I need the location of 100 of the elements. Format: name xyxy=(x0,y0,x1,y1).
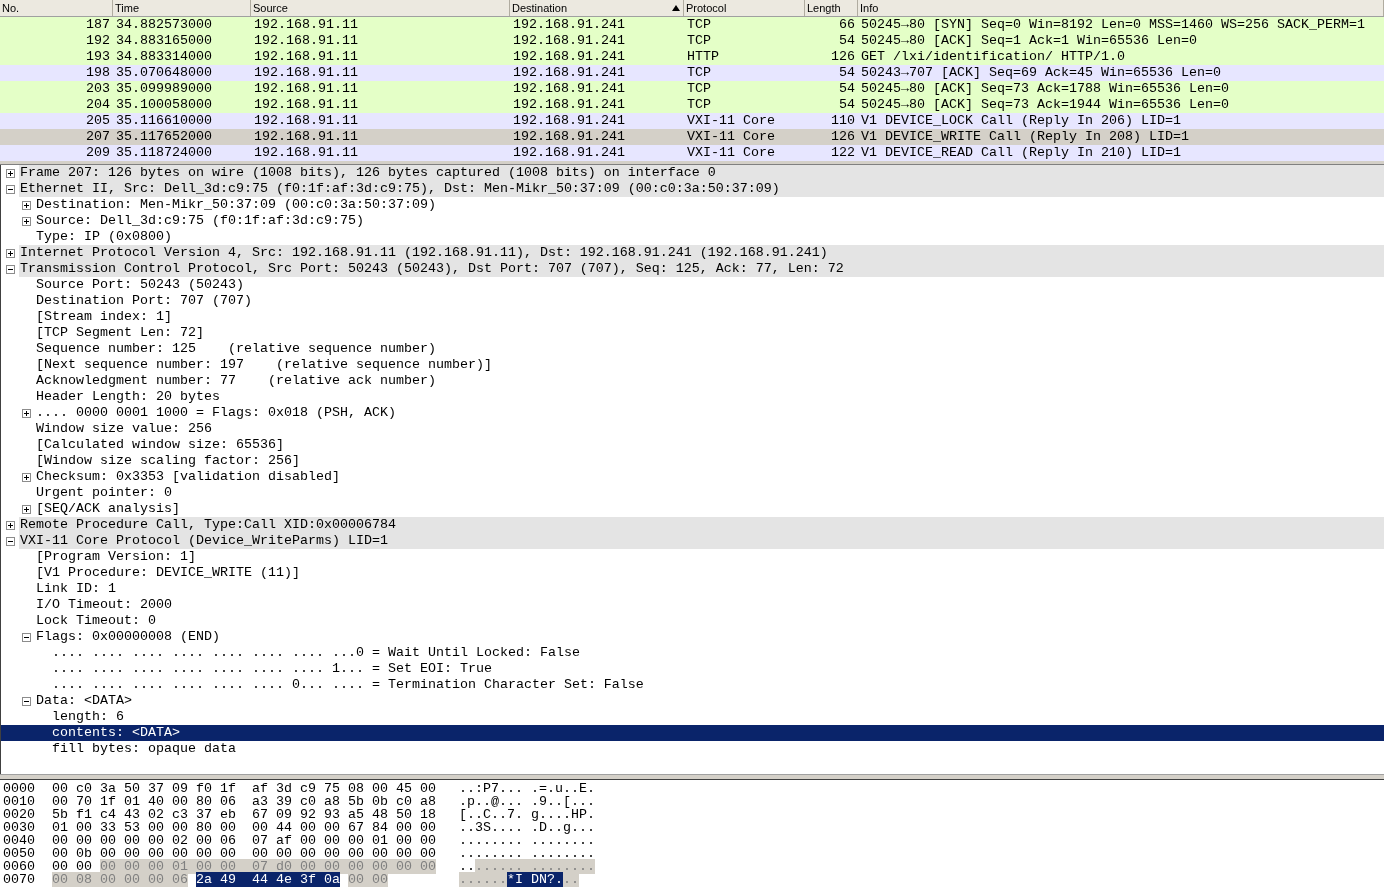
hex-bytes: 5b f1 c4 43 02 c3 37 eb 67 09 92 93 a5 48 50 18 xyxy=(52,807,436,822)
minus-box-icon[interactable] xyxy=(5,184,15,194)
tree-item[interactable]: Destination: Men-Mikr_50:37:09 (00:c0:3a:50:37:09) xyxy=(1,197,1384,213)
packet-row[interactable]: 192 34.883165000 192.168.91.11 192.168.91.241 TCP 54 50245→80 [ACK] Seq=1 Ack=1 Win=65536 Len=0 xyxy=(0,33,1384,49)
table-cell-text: 54 xyxy=(838,81,856,97)
tree-item[interactable]: [Program Version: 1] xyxy=(1,549,1384,565)
plus-box-icon[interactable] xyxy=(5,168,15,178)
hex-bytes: 00 70 1f 01 40 00 80 06 a3 39 c0 a8 5b 0b c0 a8 xyxy=(52,794,436,809)
tree-item[interactable]: Link ID: 1 xyxy=(1,581,1384,597)
table-cell-text: 35.116610000 xyxy=(115,113,213,129)
column-header[interactable]: Destination xyxy=(510,0,684,16)
tree-item[interactable]: Window size value: 256 xyxy=(1,421,1384,437)
tree-item[interactable]: [Calculated window size: 65536] xyxy=(1,437,1384,453)
table-cell-text: 192.168.91.11 xyxy=(253,17,359,33)
table-cell-text: TCP xyxy=(686,65,712,81)
table-cell-text: TCP xyxy=(686,97,712,113)
hex-bytes: 00 0b 00 00 00 00 00 00 00 00 00 00 00 00 00 00 xyxy=(52,846,436,861)
table-cell-text: 35.100058000 xyxy=(115,97,213,113)
column-header[interactable]: No. xyxy=(0,0,113,16)
table-cell-text: 192.168.91.241 xyxy=(512,113,626,129)
hex-offset: 0010 xyxy=(2,795,36,808)
column-header[interactable]: Time xyxy=(113,0,251,16)
tree-item[interactable]: Data: <DATA> xyxy=(1,693,1384,709)
packet-row[interactable]: 193 34.883314000 192.168.91.11 192.168.91.241 HTTP 126 GET /lxi/identification/ HTTP/1.0 xyxy=(0,49,1384,65)
tree-item[interactable]: Destination Port: 707 (707) xyxy=(1,293,1384,309)
tree-item[interactable]: Source: Dell_3d:c9:75 (f0:1f:af:3d:c9:75) xyxy=(1,213,1384,229)
tree-item[interactable]: contents: <DATA> xyxy=(1,725,1384,741)
hex-offset: 0000 xyxy=(2,782,36,795)
table-cell-text: 209 xyxy=(85,145,111,161)
hex-bytes: 00 00 xyxy=(347,872,388,887)
tree-item[interactable]: Acknowledgment number: 77 (relative ack number) xyxy=(1,373,1384,389)
hex-offset: 0060 xyxy=(2,860,36,873)
tree-item[interactable]: Lock Timeout: 0 xyxy=(1,613,1384,629)
table-cell-text: 35.070648000 xyxy=(115,65,213,81)
ascii-text: *I DN?. xyxy=(507,872,563,887)
tree-item[interactable]: Flags: 0x00000008 (END) xyxy=(1,629,1384,645)
ascii-text: ........ ........ xyxy=(459,833,595,848)
tree-item[interactable]: .... .... .... .... .... .... 0... .... = Termination Character Set: False xyxy=(1,677,1384,693)
hex-offset: 0020 xyxy=(2,808,36,821)
column-header[interactable]: Protocol xyxy=(684,0,805,16)
tree-item[interactable]: Source Port: 50243 (50243) xyxy=(1,277,1384,293)
column-header[interactable]: Source xyxy=(251,0,510,16)
hex-bytes: 00 00 xyxy=(52,859,92,874)
minus-box-icon[interactable] xyxy=(21,632,31,642)
tree-item[interactable]: Urgent pointer: 0 xyxy=(1,485,1384,501)
tree-item[interactable]: .... 0000 0001 1000 = Flags: 0x018 (PSH, ACK) xyxy=(1,405,1384,421)
column-header[interactable]: Info xyxy=(858,0,1384,16)
packet-row[interactable]: 207 35.117652000 192.168.91.11 192.168.91.241 VXI-11 Core 126 V1 DEVICE_WRITE Call (Reply In 208) LID=1 xyxy=(0,129,1384,145)
plus-box-icon[interactable] xyxy=(21,200,31,210)
packet-row[interactable]: 187 34.882573000 192.168.91.11 192.168.91.241 TCP 66 50245→80 [SYN] Seq=0 Win=8192 Len=0 MSS=1460 WS=256 SACK_PERM=1 xyxy=(0,17,1384,33)
table-cell-text: 50245→80 [SYN] Seq=0 Win=8192 Len=0 MSS=1460 WS=256 SACK_PERM=1 xyxy=(860,17,1366,33)
column-header[interactable]: Length xyxy=(805,0,858,16)
packet-row[interactable]: 198 35.070648000 192.168.91.11 192.168.91.241 TCP 54 50243→707 [ACK] Seq=69 Ack=45 Win=65536 Len=0 xyxy=(0,65,1384,81)
table-cell-text: TCP xyxy=(686,33,712,49)
tree-item[interactable]: Checksum: 0x3353 [validation disabled] xyxy=(1,469,1384,485)
hex-bytes: 00 00 00 00 00 02 00 06 07 af 00 00 00 01 00 00 xyxy=(52,833,436,848)
table-cell-text: 35.099989000 xyxy=(115,81,213,97)
tree-item[interactable]: [SEQ/ACK analysis] xyxy=(1,501,1384,517)
plus-box-icon[interactable] xyxy=(21,504,31,514)
tree-item[interactable]: Header Length: 20 bytes xyxy=(1,389,1384,405)
plus-box-icon[interactable] xyxy=(21,408,31,418)
tree-item[interactable]: [Stream index: 1] xyxy=(1,309,1384,325)
table-cell-text: 34.883165000 xyxy=(115,33,213,49)
minus-box-icon[interactable] xyxy=(21,696,31,706)
packet-row[interactable]: 209 35.118724000 192.168.91.11 192.168.91.241 VXI-11 Core 122 V1 DEVICE_READ Call (Reply In 210) LID=1 xyxy=(0,145,1384,161)
tree-item[interactable]: Type: IP (0x0800) xyxy=(1,229,1384,245)
table-cell-text: 50245→80 [ACK] Seq=73 Ack=1788 Win=65536 Len=0 xyxy=(860,81,1230,97)
packet-row[interactable]: 204 35.100058000 192.168.91.11 192.168.91.241 TCP 54 50245→80 [ACK] Seq=73 Ack=1944 Win=65536 Len=0 xyxy=(0,97,1384,113)
table-cell-text: 54 xyxy=(838,97,856,113)
packet-row[interactable]: 203 35.099989000 192.168.91.11 192.168.91.241 TCP 54 50245→80 [ACK] Seq=73 Ack=1788 Win=65536 Len=0 xyxy=(0,81,1384,97)
ascii-text: .. xyxy=(459,859,475,874)
table-cell-text: 192.168.91.241 xyxy=(512,33,626,49)
tree-item[interactable]: I/O Timeout: 2000 xyxy=(1,597,1384,613)
ascii-text: .. xyxy=(563,872,579,887)
packet-row[interactable]: 205 35.116610000 192.168.91.11 192.168.91.241 VXI-11 Core 110 V1 DEVICE_LOCK Call (Reply In 206) LID=1 xyxy=(0,113,1384,129)
table-cell-text: 34.882573000 xyxy=(115,17,213,33)
tree-item[interactable]: fill bytes: opaque data xyxy=(1,741,1384,757)
table-cell-text: 110 xyxy=(830,113,856,129)
table-cell-text: 192.168.91.241 xyxy=(512,65,626,81)
table-cell-text: 205 xyxy=(85,113,111,129)
tree-item[interactable]: Sequence number: 125 (relative sequence number) xyxy=(1,341,1384,357)
plus-box-icon[interactable] xyxy=(21,216,31,226)
plus-box-icon[interactable] xyxy=(5,248,15,258)
minus-box-icon[interactable] xyxy=(5,264,15,274)
tree-item[interactable]: .... .... .... .... .... .... .... 1... = Set EOI: True xyxy=(1,661,1384,677)
tree-item[interactable]: .... .... .... .... .... .... .... ...0 = Wait Until Locked: False xyxy=(1,645,1384,661)
table-cell-text: 192.168.91.11 xyxy=(253,145,359,161)
tree-item[interactable]: [V1 Procedure: DEVICE_WRITE (11)] xyxy=(1,565,1384,581)
plus-box-icon[interactable] xyxy=(5,520,15,530)
table-cell-text: 34.883314000 xyxy=(115,49,213,65)
table-cell-text: 192.168.91.241 xyxy=(512,17,626,33)
plus-box-icon[interactable] xyxy=(21,472,31,482)
ascii-text: ...... xyxy=(459,872,507,887)
table-cell-text: 50245→80 [ACK] Seq=73 Ack=1944 Win=65536 Len=0 xyxy=(860,97,1230,113)
tree-item[interactable]: [Window size scaling factor: 256] xyxy=(1,453,1384,469)
tree-item[interactable]: [Next sequence number: 197 (relative sequence number)] xyxy=(1,357,1384,373)
minus-box-icon[interactable] xyxy=(5,536,15,546)
table-cell-text: 192 xyxy=(85,33,111,49)
tree-item[interactable]: length: 6 xyxy=(1,709,1384,725)
tree-item[interactable]: [TCP Segment Len: 72] xyxy=(1,325,1384,341)
